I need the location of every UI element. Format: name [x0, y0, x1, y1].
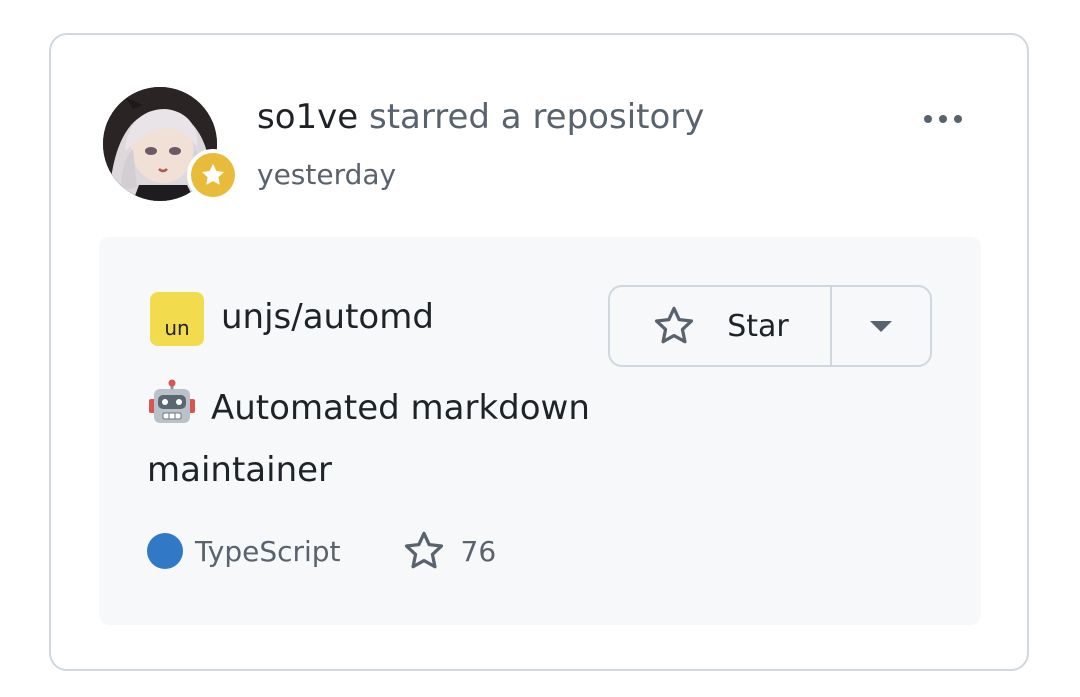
- repo-description-text: Automated markdown maintainer: [147, 388, 590, 490]
- owner-avatar[interactable]: un: [150, 292, 204, 346]
- repo-description: Automated markdown maintainer: [147, 377, 627, 501]
- star-icon: [191, 153, 235, 197]
- repo-name-link[interactable]: unjs/automd: [221, 295, 434, 339]
- actor-link[interactable]: so1ve: [257, 97, 358, 137]
- owner-avatar-text: un: [164, 316, 190, 340]
- repository-card: un unjs/automd Star Automated markdown m…: [99, 237, 981, 625]
- star-button-group: Star: [608, 285, 932, 367]
- stargazers-star-icon[interactable]: [401, 528, 447, 574]
- caret-down-icon: [870, 320, 892, 332]
- star-button[interactable]: Star: [610, 287, 832, 365]
- language-color-dot: [147, 533, 183, 569]
- star-dropdown-button[interactable]: [832, 287, 930, 365]
- action-text: starred a repository: [369, 97, 705, 137]
- kebab-horizontal-icon: [924, 115, 932, 123]
- robot-icon: [149, 379, 195, 423]
- repo-language: TypeScript: [195, 534, 341, 568]
- activity-headline: so1ve starred a repository: [257, 95, 704, 139]
- more-options-button[interactable]: [913, 103, 973, 135]
- repo-meta: TypeScript 76: [147, 529, 496, 573]
- user-avatar[interactable]: [103, 87, 239, 203]
- timestamp: yesterday: [257, 158, 397, 191]
- stargazers-count[interactable]: 76: [461, 535, 497, 568]
- activity-card: so1ve starred a repository yesterday un …: [49, 33, 1029, 671]
- star-badge: [187, 149, 239, 201]
- star-button-label: Star: [727, 308, 789, 344]
- star-outline-icon: [655, 306, 694, 344]
